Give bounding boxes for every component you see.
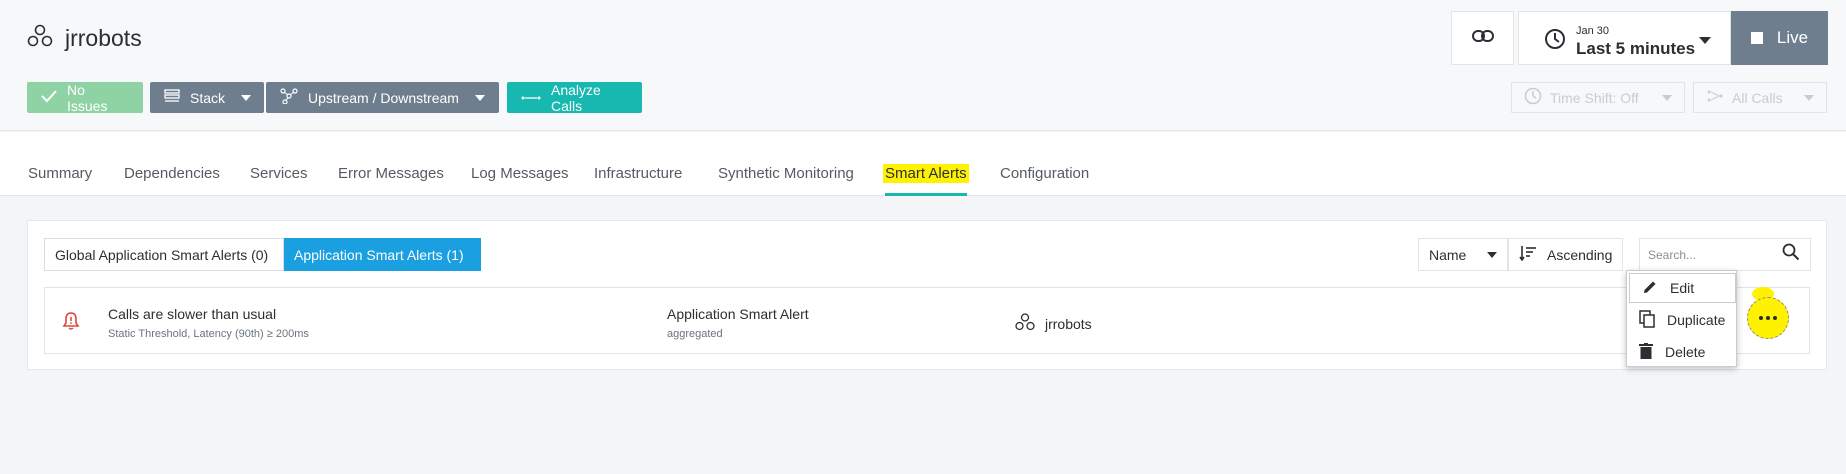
tab-infrastructure[interactable]: Infrastructure xyxy=(594,165,682,182)
tab-dependencies[interactable]: Dependencies xyxy=(124,165,220,182)
chevron-down-icon xyxy=(474,94,485,101)
time-shift-dropdown[interactable]: Time Shift: Off xyxy=(1511,82,1685,113)
dependency-graph-icon xyxy=(280,88,298,107)
tab-smart-alerts-label: Smart Alerts xyxy=(883,164,969,183)
app-title-group: jrrobots xyxy=(27,24,142,53)
sort-order-label: Ascending xyxy=(1547,246,1613,263)
sort-order-toggle[interactable]: Ascending xyxy=(1508,238,1623,271)
ellipsis-dot xyxy=(1759,316,1763,320)
global-smart-alerts-tab[interactable]: Global Application Smart Alerts (0) xyxy=(44,238,284,271)
trash-icon xyxy=(1639,342,1653,362)
no-issues-label: No Issues xyxy=(67,81,108,114)
upstream-downstream-dropdown[interactable]: Upstream / Downstream xyxy=(266,82,499,113)
copy-link-button[interactable] xyxy=(1451,11,1514,65)
copy-icon xyxy=(1639,309,1655,331)
smart-alerts-panel: Global Application Smart Alerts (0) Appl… xyxy=(27,220,1827,370)
alert-bell-icon xyxy=(62,311,80,336)
time-range-label: Last 5 minutes xyxy=(1576,39,1696,58)
menu-item-duplicate-label: Duplicate xyxy=(1667,312,1726,328)
application-icon xyxy=(27,24,53,53)
link-icon xyxy=(1471,29,1494,47)
time-range-date: Jan 30 xyxy=(1576,25,1610,37)
alert-type-sub: aggregated xyxy=(667,328,723,340)
tab-bar: Summary Dependencies Services Error Mess… xyxy=(0,132,1846,196)
analyze-calls-button[interactable]: Analyze Calls xyxy=(507,81,642,114)
tab-synthetic-monitoring[interactable]: Synthetic Monitoring xyxy=(718,165,854,182)
all-calls-dropdown[interactable]: All Calls xyxy=(1693,82,1827,113)
alert-name[interactable]: Calls are slower than usual xyxy=(108,306,276,322)
tab-log-messages[interactable]: Log Messages xyxy=(471,165,569,182)
ellipsis-dot xyxy=(1773,316,1777,320)
chevron-down-icon xyxy=(241,94,252,101)
calls-flow-icon xyxy=(521,90,541,106)
search-icon[interactable] xyxy=(1782,243,1800,266)
time-shift-label: Time Shift: Off xyxy=(1550,89,1639,106)
alert-application-label: jrrobots xyxy=(1045,315,1092,332)
stop-icon xyxy=(1750,32,1763,44)
chevron-down-icon xyxy=(1804,94,1814,101)
clock-icon xyxy=(1544,28,1566,55)
alert-type: Application Smart Alert xyxy=(667,306,809,322)
pencil-icon xyxy=(1642,279,1658,298)
menu-item-duplicate[interactable]: Duplicate xyxy=(1627,305,1738,335)
sort-field-dropdown[interactable]: Name xyxy=(1418,238,1508,271)
tab-error-messages[interactable]: Error Messages xyxy=(338,165,444,182)
alert-actions-menu: Edit Duplicate Delete xyxy=(1626,270,1737,367)
tab-configuration[interactable]: Configuration xyxy=(1000,165,1089,182)
live-label: Live xyxy=(1776,28,1809,47)
application-icon xyxy=(1015,313,1035,334)
menu-item-delete-label: Delete xyxy=(1665,344,1706,360)
analyze-calls-label: Analyze Calls xyxy=(551,81,601,114)
search-box xyxy=(1639,238,1811,271)
chevron-down-icon xyxy=(1699,37,1711,44)
page-title: jrrobots xyxy=(65,25,142,51)
clock-icon xyxy=(1524,87,1542,108)
chevron-down-icon xyxy=(1662,94,1672,101)
more-actions-button[interactable] xyxy=(1747,297,1789,339)
all-calls-label: All Calls xyxy=(1732,89,1783,106)
chevron-down-icon xyxy=(1487,251,1497,258)
calls-icon xyxy=(1706,89,1724,106)
upstream-downstream-label: Upstream / Downstream xyxy=(308,89,459,106)
checkmark-icon xyxy=(41,89,57,106)
search-input[interactable] xyxy=(1640,247,1770,262)
alert-row[interactable]: Calls are slower than usual Static Thres… xyxy=(44,287,1810,354)
alert-detail: Static Threshold, Latency (90th) ≥ 200ms xyxy=(108,328,309,340)
stack-label: Stack xyxy=(190,89,226,106)
active-tab-indicator xyxy=(885,193,967,196)
menu-item-edit-label: Edit xyxy=(1670,280,1695,296)
live-toggle-button[interactable]: Live xyxy=(1731,11,1828,65)
sort-ascending-icon xyxy=(1519,245,1537,264)
ellipsis-dot xyxy=(1766,316,1770,320)
stack-dropdown[interactable]: Stack xyxy=(150,82,264,113)
no-issues-button[interactable]: No Issues xyxy=(27,81,143,114)
application-smart-alerts-tab[interactable]: Application Smart Alerts (1) xyxy=(284,238,481,271)
tab-summary[interactable]: Summary xyxy=(28,165,92,182)
tab-smart-alerts[interactable]: Smart Alerts xyxy=(883,164,969,183)
app-header: jrrobots No Issues Stack Upstream / Down… xyxy=(0,0,1846,131)
time-range-picker[interactable]: Jan 30 Last 5 minutes xyxy=(1518,11,1731,65)
sort-field-label: Name xyxy=(1429,246,1467,263)
stack-icon xyxy=(164,89,180,106)
alert-application: jrrobots xyxy=(1015,313,1092,334)
tab-services[interactable]: Services xyxy=(250,165,308,182)
menu-item-delete[interactable]: Delete xyxy=(1627,337,1738,367)
menu-item-edit[interactable]: Edit xyxy=(1629,273,1736,303)
